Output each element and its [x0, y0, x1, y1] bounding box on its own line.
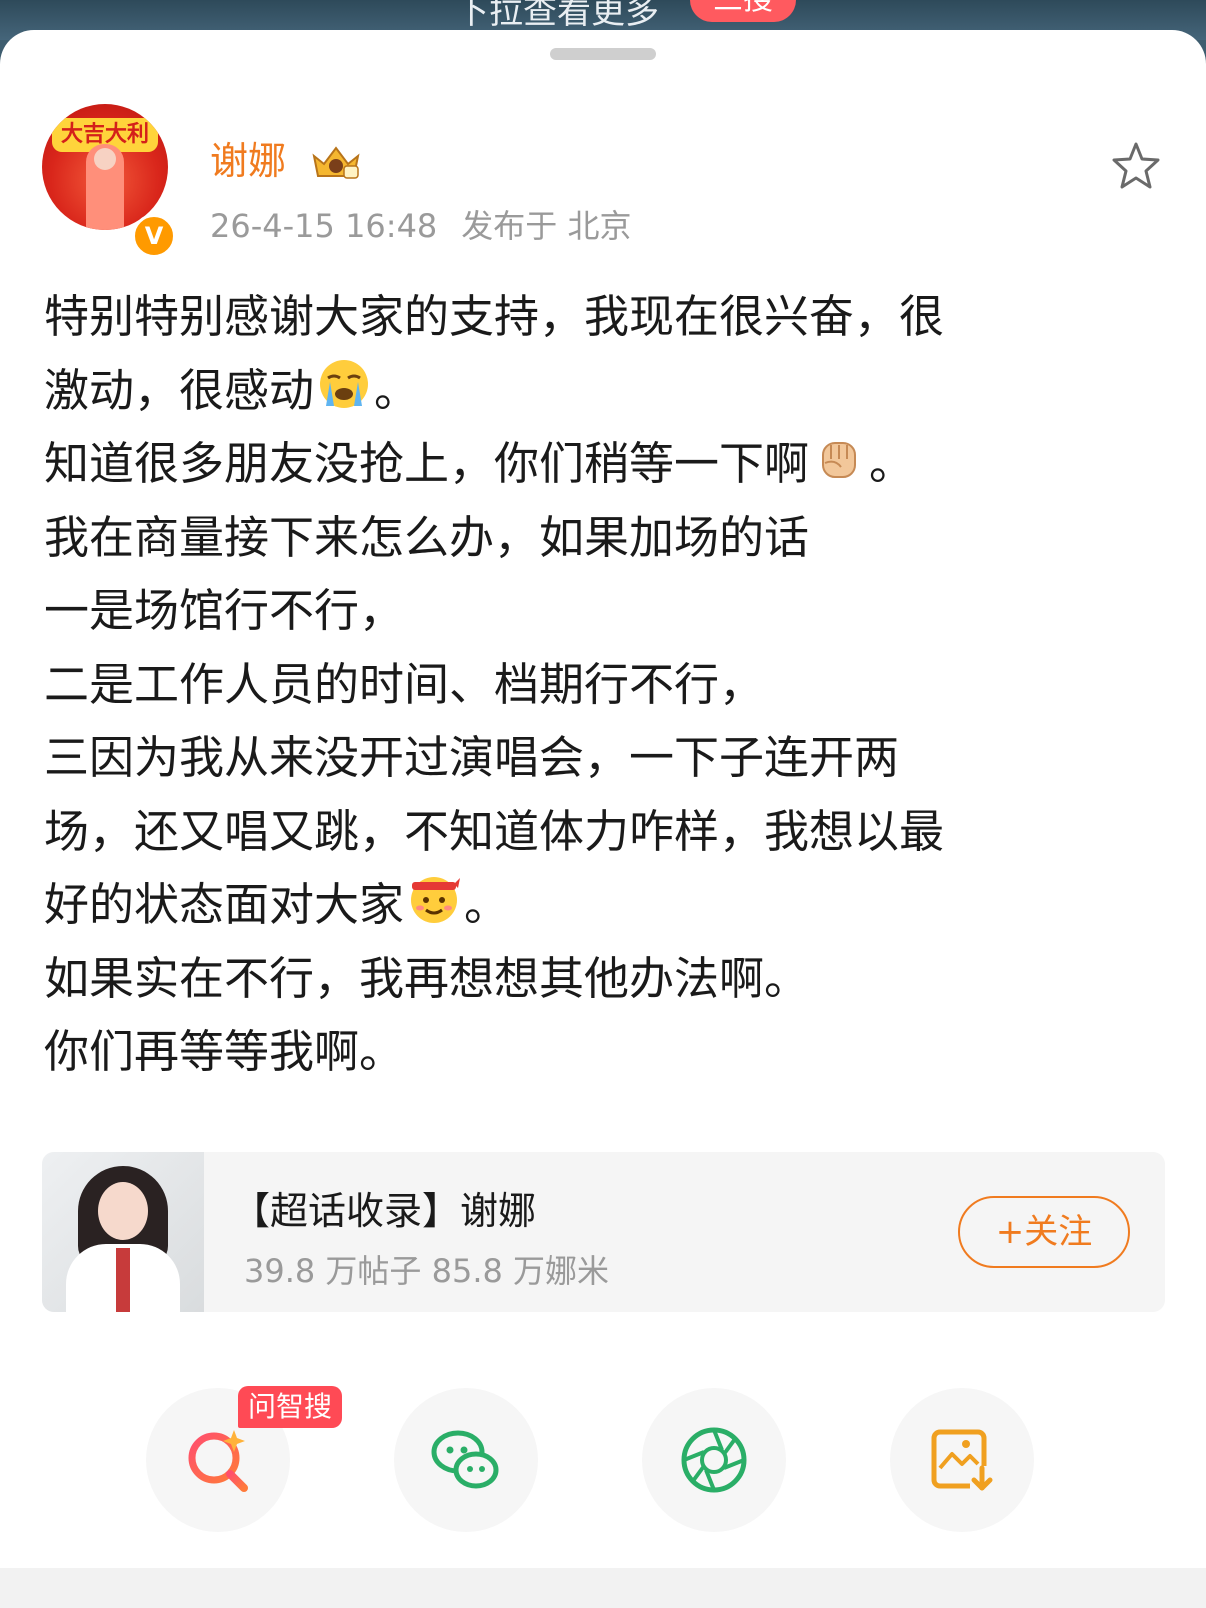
post-line: 激动，很感动 。 — [44, 354, 1164, 428]
favorite-star-icon[interactable] — [1110, 140, 1162, 192]
post-line-text: 二是工作人员的时间、档期行不行， — [44, 657, 765, 711]
hot-badge[interactable]: 三搜 — [690, 0, 796, 22]
share-save-image[interactable] — [890, 1388, 1034, 1532]
topic-title: 【超话收录】谢娜 — [232, 1189, 537, 1233]
post-line: 二是工作人员的时间、档期行不行， — [44, 648, 1164, 722]
avatar[interactable]: 大吉大利 — [42, 104, 168, 230]
post-line-text: 特别特别感谢大家的支持，我现在很兴奋，很 — [44, 290, 945, 343]
drag-handle[interactable] — [550, 48, 656, 60]
wechat-icon — [431, 1430, 499, 1489]
post-sheet: 大吉大利 V 谢娜 26-4-15 16:48 发布于 北京 特别特别感谢大家的支… — [0, 30, 1206, 1608]
post-line-text: 激动，很感动 — [44, 363, 315, 417]
moments-icon — [681, 1427, 747, 1493]
post-line-text: 我在商量接下来怎么办，如果加场的话 — [44, 510, 810, 564]
post-line: 一是场馆行不行， — [44, 574, 1164, 648]
crown-level-icon — [312, 146, 360, 179]
post-line: 我在商量接下来怎么办，如果加场的话 — [44, 501, 1164, 575]
post-line-text: 如果实在不行，我再想想其他办法啊。 — [44, 951, 810, 1005]
post-line-tail: 。 — [869, 437, 915, 490]
topic-stats: 39.8 万帖子 85.8 万娜米 — [244, 1252, 610, 1290]
post-line: 知道很多朋友没抢上，你们稍等一下啊 。 — [44, 427, 1164, 501]
post-timestamp: 26-4-15 16:48 — [210, 207, 438, 245]
post-line-text: 场，还又唱又跳，不知道体力咋样，我想以最 — [44, 804, 945, 858]
avatar-face — [94, 148, 116, 170]
post-line-tail: 。 — [374, 363, 420, 417]
post-line: 你们再等等我啊。 — [44, 1015, 1164, 1089]
post-content: 特别特别感谢大家的支持，我现在很兴奋，很 激动，很感动。知道很多朋友没抢上，你们稍… — [44, 280, 1164, 1089]
post-line: 三因为我从来没开过演唱会，一下子连开两 — [44, 721, 1164, 795]
thumbnail-tie — [116, 1248, 130, 1312]
bottom-bar — [0, 1568, 1206, 1608]
post-line: 特别特别感谢大家的支持，我现在很兴奋，很 — [44, 280, 1164, 354]
follow-button[interactable]: +关注 — [958, 1196, 1130, 1268]
post-line: 好的状态面对大家 。 — [44, 868, 1164, 942]
ai-search-badge: 问智搜 — [238, 1386, 343, 1428]
post-line-text: 三因为我从来没开过演唱会，一下子连开两 — [44, 731, 900, 784]
post-line: 场，还又唱又跳，不知道体力咋样，我想以最 — [44, 795, 1164, 869]
save-image-icon — [931, 1429, 993, 1492]
crying-emoji — [316, 356, 372, 412]
pull-more-text: 下拉查看更多 — [455, 0, 659, 32]
post-line: 如果实在不行，我再想想其他办法啊。 — [44, 942, 1164, 1016]
post-location: 发布于 北京 — [461, 207, 632, 245]
fighting-emoji — [406, 870, 462, 926]
ai-search-icon — [188, 1430, 248, 1492]
fist-emoji — [811, 429, 867, 485]
post-line-text: 你们再等等我啊。 — [44, 1025, 405, 1078]
post-meta: 26-4-15 16:48 发布于 北京 — [210, 204, 631, 248]
post-line-text: 一是场馆行不行， — [44, 584, 405, 637]
share-wechat[interactable] — [394, 1388, 538, 1532]
verified-badge-icon: V — [132, 214, 176, 258]
topic-thumbnail — [42, 1152, 204, 1312]
thumbnail-face — [98, 1182, 148, 1240]
share-moments[interactable] — [642, 1388, 786, 1532]
post-line-text: 知道很多朋友没抢上，你们稍等一下啊 — [44, 437, 810, 490]
author-name[interactable]: 谢娜 — [210, 136, 286, 186]
post-line-tail: 。 — [464, 878, 510, 931]
post-line-text: 好的状态面对大家 — [44, 878, 405, 931]
